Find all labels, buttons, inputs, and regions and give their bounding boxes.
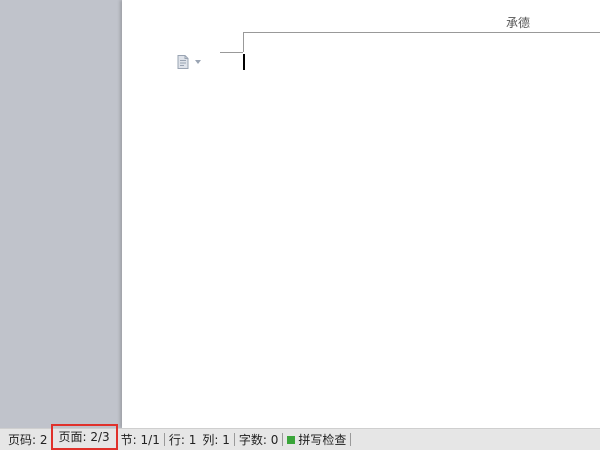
document-icon: [177, 55, 189, 69]
status-bar: 页码: 2 页面: 2/3 节: 1/1 行: 1 列: 1 字数: 0 拼写检…: [0, 423, 600, 450]
status-word-count[interactable]: 字数: 0: [236, 431, 282, 448]
header-divider-line: [243, 32, 600, 33]
status-spell-check[interactable]: 拼写检查: [284, 431, 349, 448]
status-page-code[interactable]: 页码: 2: [0, 431, 51, 448]
text-cursor: [243, 54, 245, 70]
status-page-count[interactable]: 页面: 2/3: [50, 423, 118, 450]
status-line[interactable]: 行: 1: [166, 431, 200, 448]
chevron-down-icon: [195, 60, 201, 64]
margin-corner-mark-vertical: [243, 32, 244, 52]
status-separator: [282, 433, 284, 446]
status-section[interactable]: 节: 1/1: [118, 431, 163, 448]
paragraph-options-button[interactable]: [177, 54, 203, 70]
status-separator: [350, 433, 352, 446]
page-header-text[interactable]: 承德: [506, 14, 530, 31]
status-column[interactable]: 列: 1: [199, 431, 233, 448]
margin-corner-mark-horizontal: [220, 52, 243, 53]
spell-check-label: 拼写检查: [298, 433, 347, 447]
workspace-gutter: [0, 0, 122, 428]
status-separator: [233, 433, 235, 446]
status-separator: [163, 433, 165, 446]
square-indicator-icon: [287, 435, 296, 444]
